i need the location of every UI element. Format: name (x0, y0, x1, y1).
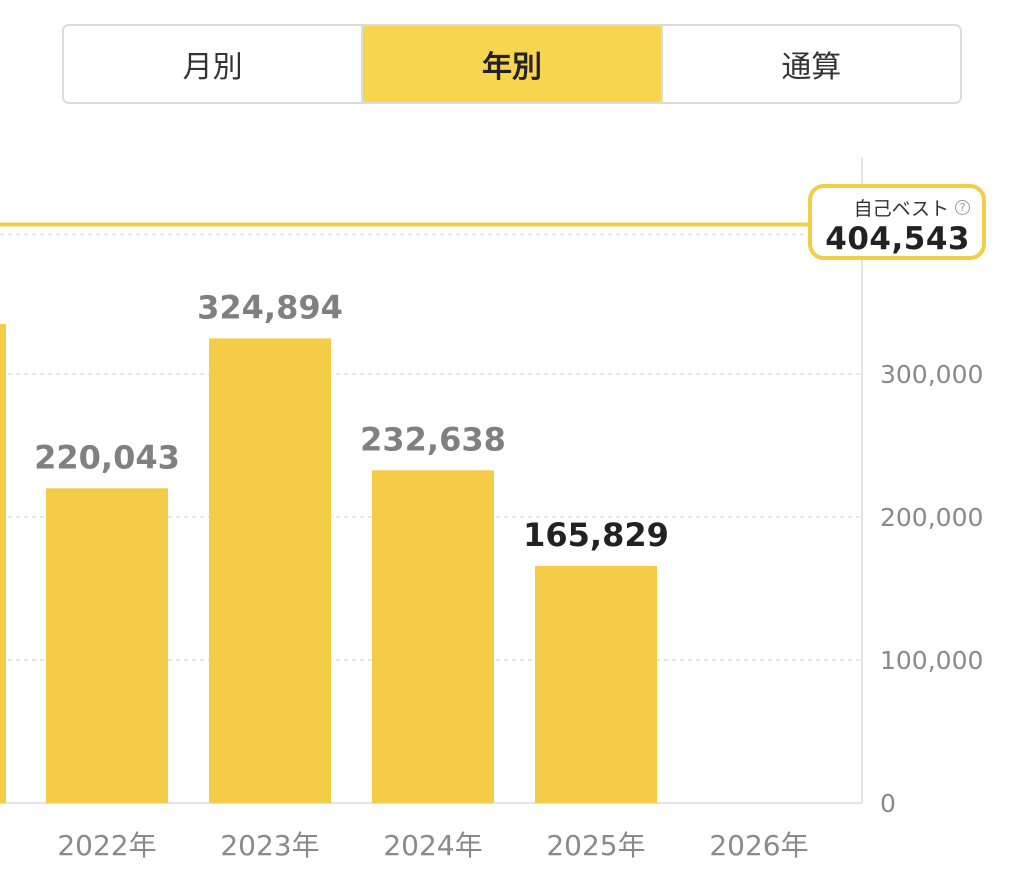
tab-yearly[interactable]: 年別 (361, 26, 661, 102)
y-tick-label: 200,000 (880, 503, 983, 532)
x-tick-label: 2023年 (220, 829, 319, 862)
personal-best-value: 404,543 (825, 221, 970, 257)
personal-best-badge: 自己ベスト ? 404,543 (808, 184, 986, 260)
bar (46, 488, 168, 803)
x-tick-label: 2026年 (709, 829, 808, 862)
y-tick-label: 0 (880, 789, 896, 818)
personal-best-label: 自己ベスト (853, 198, 949, 220)
bar-value-label: 324,894 (197, 288, 343, 326)
tab-total[interactable]: 通算 (660, 26, 960, 102)
question-circle-icon[interactable]: ? (955, 200, 970, 215)
bar-value-label: 232,638 (360, 420, 506, 458)
y-tick-label: 100,000 (880, 646, 983, 675)
x-tick-label: 2022年 (57, 829, 156, 862)
x-tick-label: 2025年 (546, 829, 645, 862)
bar-value-label: 165,829 (523, 516, 669, 554)
bar (209, 338, 331, 803)
y-tick-label: 300,000 (880, 360, 983, 389)
bar (0, 323, 6, 803)
period-segmented-control: 月別 年別 通算 (62, 24, 962, 104)
bar (372, 470, 494, 803)
bar-value-label: 220,043 (34, 438, 180, 476)
tab-monthly[interactable]: 月別 (64, 26, 361, 102)
bar (535, 565, 657, 803)
x-tick-label: 2024年 (383, 829, 482, 862)
